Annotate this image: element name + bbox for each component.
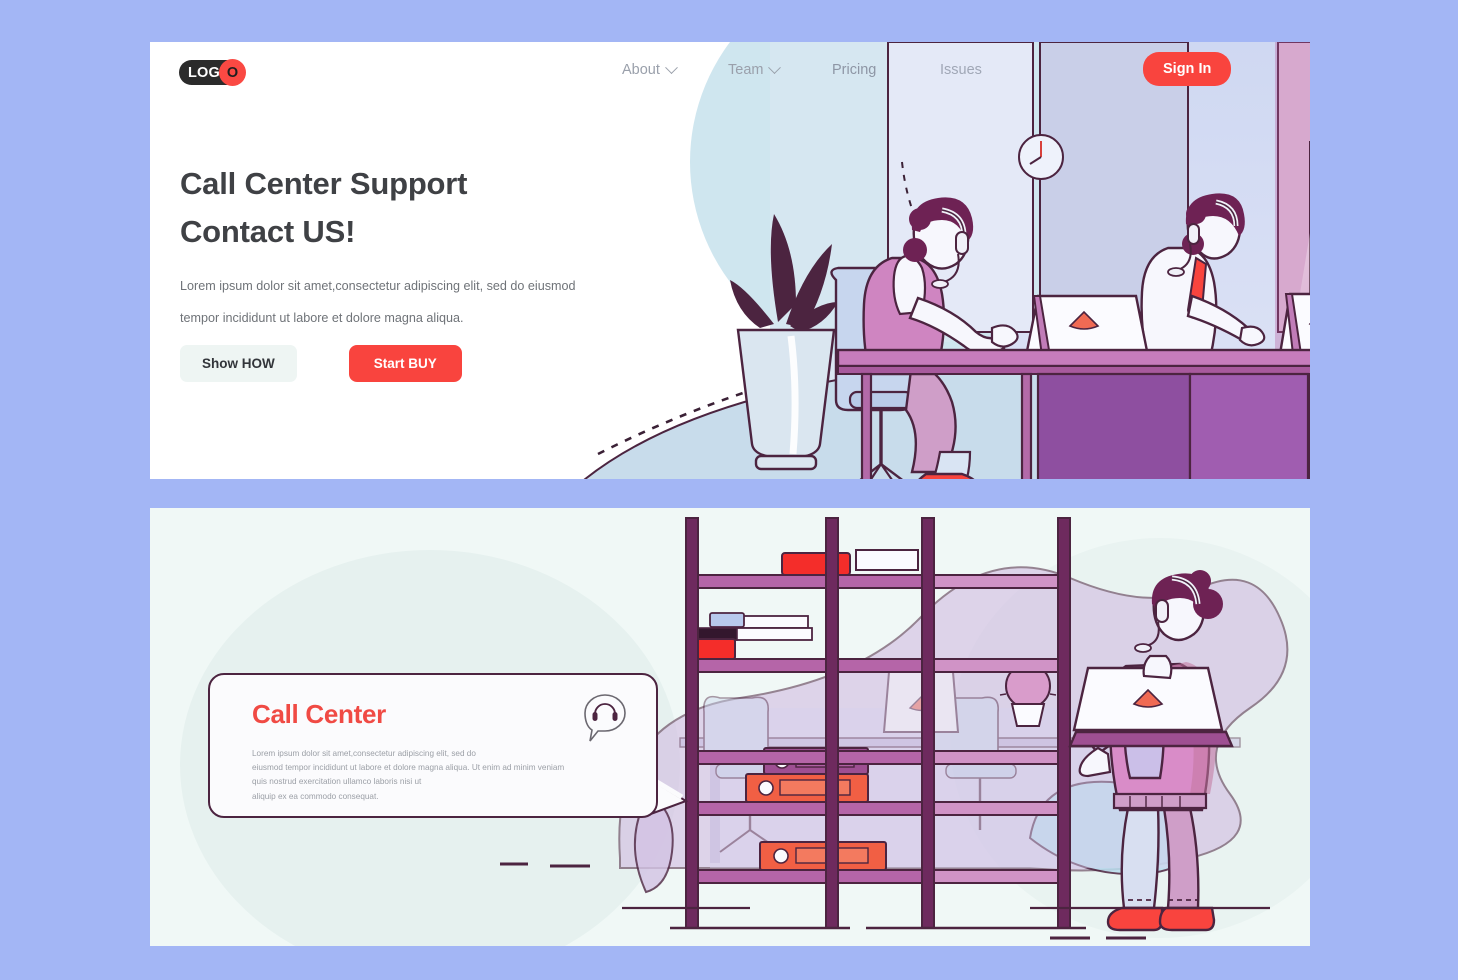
card-paragraph: Lorem ipsum dolor sit amet,consectetur a… — [252, 747, 612, 804]
hero-content: LOG O Call Center Support Contact US! Lo… — [150, 42, 770, 479]
wall-clock-illustration — [1018, 134, 1064, 180]
logo[interactable]: LOG O — [179, 59, 246, 86]
hero-actions: Show HOW Start BUY — [180, 345, 462, 382]
held-laptop-illustration — [1068, 666, 1234, 748]
start-buy-button[interactable]: Start BUY — [348, 345, 462, 382]
call-center-card: Call Center Lorem ipsum dolor sit amet,c… — [208, 673, 658, 818]
show-how-button[interactable]: Show HOW — [180, 345, 297, 382]
card-paragraph-line-4: aliquip ex ea commodo consequat. — [252, 791, 379, 801]
card-paragraph-line-1: Lorem ipsum dolor sit amet,consectetur a… — [252, 749, 476, 758]
landing-page-screenshot: LOG O Call Center Support Contact US! Lo… — [0, 0, 1458, 980]
nav-issues-label: Issues — [940, 62, 982, 78]
call-center-panel: Call Center Lorem ipsum dolor sit amet,c… — [150, 508, 1310, 946]
nav-item-pricing[interactable]: Pricing — [832, 62, 876, 78]
hero-panel: LOG O Call Center Support Contact US! Lo… — [150, 42, 1310, 479]
sign-in-button[interactable]: Sign In — [1143, 52, 1232, 86]
logo-mark-icon: O — [219, 59, 246, 86]
hero-title-line-2: Contact US! — [180, 214, 356, 249]
nav-team-label: Team — [728, 62, 764, 78]
nav-item-issues[interactable]: Issues — [940, 62, 982, 78]
card-title: Call Center — [252, 699, 386, 729]
headset-speech-bubble-icon — [584, 694, 626, 742]
nav-pricing-label: Pricing — [832, 62, 877, 78]
card-paragraph-line-2: eiusmod tempor incididunt ut labore et d… — [252, 763, 565, 773]
nav-item-about[interactable]: About — [622, 60, 678, 78]
nav-about-label: About — [622, 62, 660, 78]
page-title: Call Center Support Contact US! — [180, 160, 740, 256]
chevron-down-icon — [665, 60, 678, 74]
laptop-left-illustration — [1024, 294, 1150, 358]
logo-text: LOG — [188, 64, 221, 81]
hero-title-line-1: Call Center Support — [180, 166, 468, 201]
card-paragraph-line-3: quis nostrud exercitation ullamco labori… — [252, 777, 422, 787]
nav-item-team[interactable]: Team — [728, 60, 782, 78]
chevron-down-icon — [768, 60, 782, 74]
hero-paragraph: Lorem ipsum dolor sit amet,consectetur a… — [180, 279, 576, 325]
